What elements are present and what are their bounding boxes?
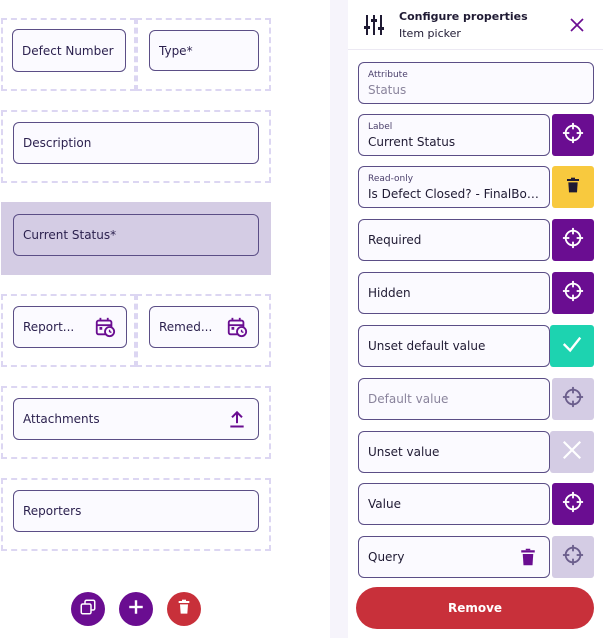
attribute-field[interactable]: Attribute Status (358, 62, 594, 104)
unset-default-field[interactable]: Unset default value (358, 325, 550, 367)
calendar-clock-icon[interactable] (93, 315, 117, 339)
required-target-button[interactable] (552, 219, 594, 261)
properties-panel: Configure properties Item picker Attribu… (348, 0, 603, 638)
panel-header: Configure properties Item picker (348, 0, 603, 50)
add-button[interactable] (119, 592, 153, 626)
remediated-date-field[interactable]: Remed... (149, 306, 259, 348)
label-target-button[interactable] (552, 114, 594, 156)
layout-cell-reporters[interactable]: Reporters (1, 478, 271, 551)
calendar-clock-icon[interactable] (225, 315, 249, 339)
remediated-label: Remed... (159, 320, 213, 334)
read-only-field[interactable]: Read-only Is Defect Closed? - FinalBool.… (358, 166, 550, 208)
add-icon (127, 598, 145, 620)
reporters-field[interactable]: Reporters (13, 490, 259, 532)
crosshair-icon (562, 227, 584, 253)
label-caption: Label (368, 121, 393, 132)
read-only-delete-button[interactable] (552, 166, 594, 208)
type-field[interactable]: Type* (149, 30, 259, 71)
type-label: Type* (159, 43, 193, 58)
description-label: Description (23, 136, 92, 150)
trash-icon (565, 176, 581, 198)
unset-value-field[interactable]: Unset value (358, 431, 550, 473)
panel-subtitle: Item picker (399, 27, 461, 40)
reported-date-field[interactable]: Report... (13, 306, 127, 348)
hidden-target-button[interactable] (552, 272, 594, 314)
defect-number-label: Defect Number (22, 43, 114, 58)
tune-icon (362, 13, 386, 37)
query-target-button[interactable] (552, 536, 594, 578)
unset-default-label: Unset default value (368, 339, 486, 353)
form-canvas: Defect Number Type* Description Current … (0, 0, 330, 638)
required-field[interactable]: Required (358, 219, 550, 261)
layout-cell-reported[interactable]: Report... (1, 294, 136, 367)
default-value-target-button[interactable] (552, 378, 594, 420)
value-target-button[interactable] (552, 483, 594, 525)
current-status-label: Current Status* (23, 228, 117, 242)
attribute-caption: Attribute (368, 69, 408, 80)
read-only-value: Is Defect Closed? - FinalBool... (368, 186, 540, 201)
crosshair-icon (562, 122, 584, 148)
unset-value-label: Unset value (368, 445, 440, 459)
crosshair-icon (562, 544, 584, 570)
default-value-field[interactable]: Default value (358, 378, 550, 420)
layout-cell-defect-number[interactable]: Defect Number (1, 18, 136, 91)
layout-cell-remediated[interactable]: Remed... (136, 294, 271, 367)
query-label: Query (368, 550, 405, 564)
label-field[interactable]: Label Current Status (358, 114, 550, 156)
layout-cell-type[interactable]: Type* (136, 18, 271, 91)
query-trash-icon[interactable] (519, 547, 537, 567)
delete-icon (176, 599, 192, 619)
reporters-label: Reporters (23, 504, 82, 518)
hidden-label: Hidden (368, 286, 411, 300)
delete-button[interactable] (167, 592, 201, 626)
copy-button[interactable] (71, 592, 105, 626)
attachments-field[interactable]: Attachments (13, 398, 259, 440)
crosshair-icon (562, 386, 584, 412)
unset-default-toggle[interactable] (550, 325, 594, 367)
panel-divider (330, 0, 348, 638)
close-icon[interactable] (568, 16, 586, 34)
hidden-field[interactable]: Hidden (358, 272, 550, 314)
current-status-field[interactable]: Current Status* (13, 214, 259, 256)
panel-title: Configure properties (399, 10, 528, 23)
checkmark-icon (561, 333, 583, 359)
label-value: Current Status (368, 134, 456, 149)
reported-label: Report... (23, 320, 75, 334)
attachments-label: Attachments (23, 412, 100, 426)
remove-button[interactable]: Remove (356, 587, 594, 629)
crosshair-icon (562, 491, 584, 517)
required-label: Required (368, 233, 422, 247)
crosshair-icon (562, 280, 584, 306)
layout-cell-attachments[interactable]: Attachments (1, 386, 271, 459)
unset-value-toggle[interactable] (550, 431, 594, 473)
defect-number-field[interactable]: Defect Number (12, 29, 126, 72)
upload-icon[interactable] (225, 407, 249, 431)
value-label: Value (368, 497, 401, 511)
attribute-value: Status (368, 82, 407, 97)
value-field[interactable]: Value (358, 483, 550, 525)
default-value-label: Default value (368, 392, 449, 406)
description-field[interactable]: Description (13, 122, 259, 164)
layout-cell-current-status[interactable]: Current Status* (1, 202, 271, 275)
read-only-caption: Read-only (368, 173, 414, 184)
copy-icon (79, 598, 97, 620)
layout-cell-description[interactable]: Description (1, 110, 271, 183)
close-icon (561, 439, 583, 465)
